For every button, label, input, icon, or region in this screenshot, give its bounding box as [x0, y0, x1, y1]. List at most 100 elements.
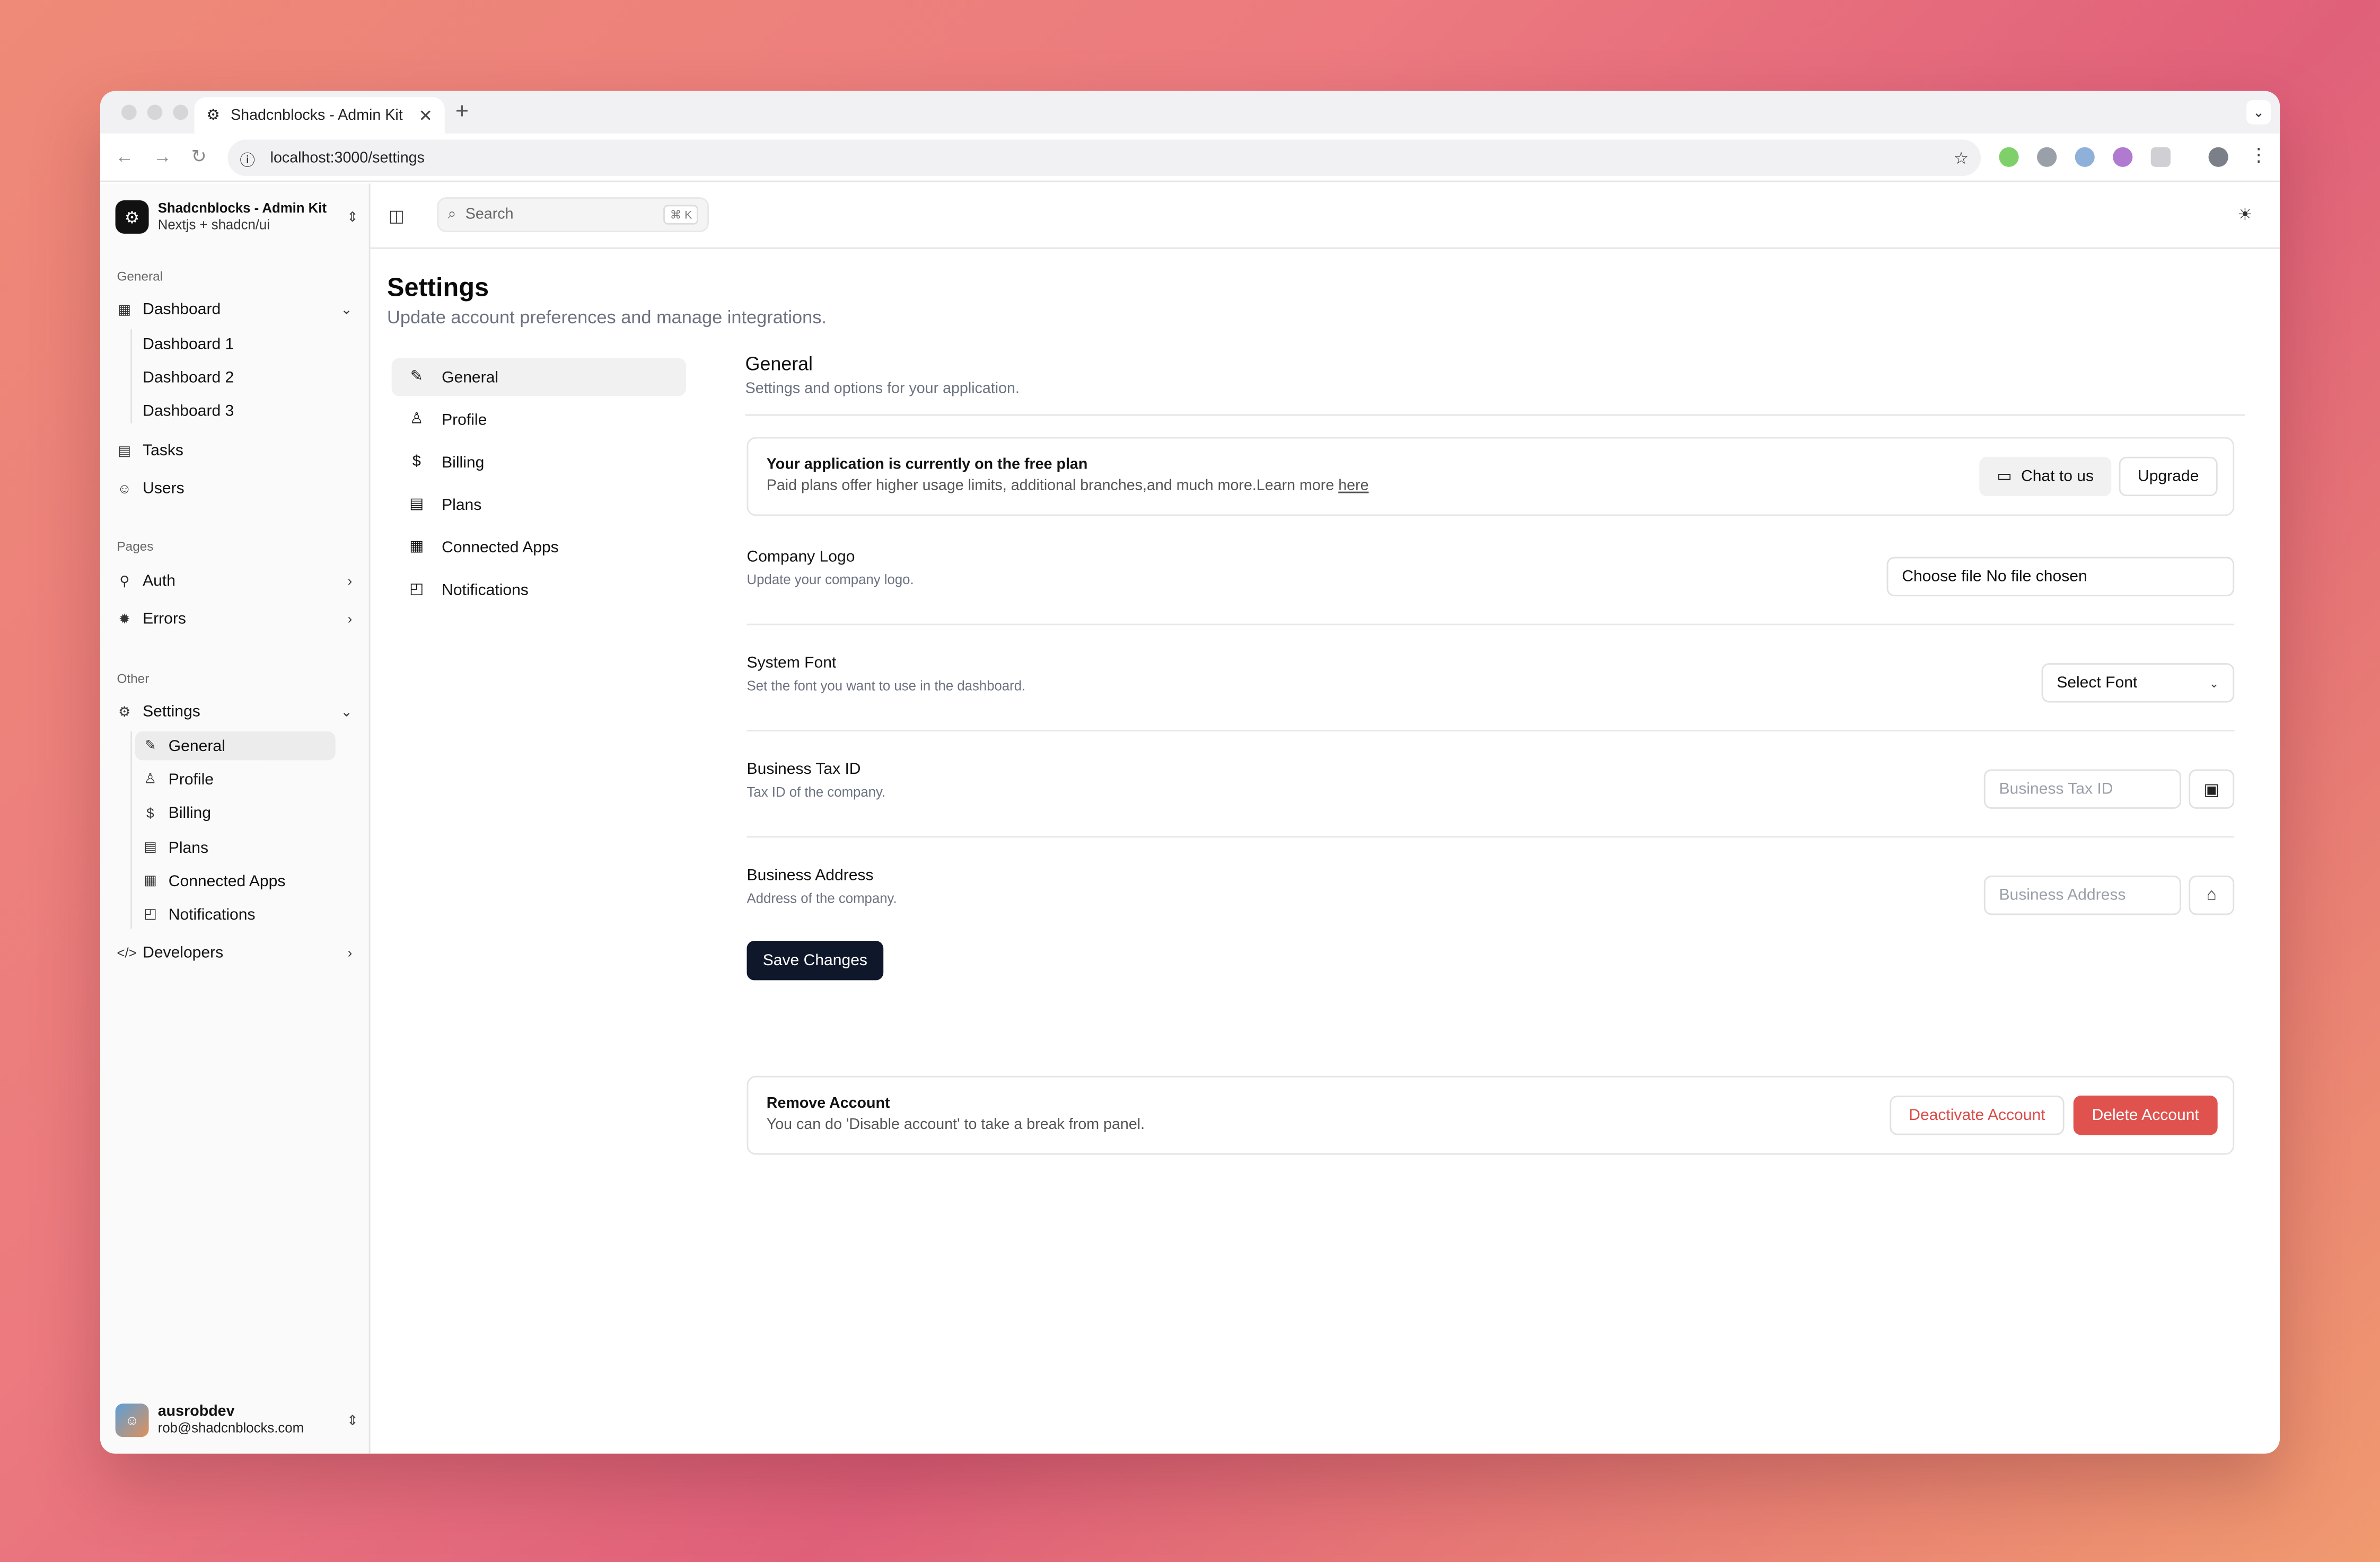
sidebar-item-settings-general[interactable]: ✎ General	[135, 731, 336, 761]
choose-file-button[interactable]: Choose file	[1902, 568, 1981, 586]
profile-avatar-icon[interactable]	[2208, 147, 2228, 167]
sidebar-item-developers[interactable]: </> Developers ›	[116, 938, 355, 968]
user-email: rob@shadcnblocks.com	[157, 1420, 304, 1436]
delete-account-button[interactable]: Delete Account	[2073, 1096, 2218, 1135]
team-subtitle: Nextjs + shadcn/ui	[157, 217, 270, 233]
browser-titlebar: ⚙ Shadcnblocks - Admin Kit ✕ + ⌄	[100, 91, 2280, 134]
forward-icon[interactable]: →	[153, 146, 171, 167]
browser-menu-icon[interactable]: ⋮	[2250, 144, 2268, 165]
settings-icon: ⚙	[118, 703, 131, 719]
settings-tab-billing[interactable]: $ Billing	[392, 443, 686, 481]
sidebar-item-settings-notifications[interactable]: ◰ Notifications	[135, 900, 336, 929]
top-bar: ◫ ⌕ Search ⌘ K ☀	[370, 183, 2280, 249]
remove-account-title: Remove Account	[766, 1096, 890, 1113]
upgrade-button[interactable]: Upgrade	[2119, 456, 2218, 497]
message-icon: ▭	[1997, 467, 2012, 486]
plan-card-title: Your application is currently on the fre…	[766, 456, 1088, 474]
back-icon[interactable]: ←	[116, 146, 134, 167]
divider	[747, 623, 2235, 625]
apps-icon: ▦	[144, 872, 157, 888]
tab-search-icon[interactable]: ⌄	[2246, 100, 2271, 125]
new-tab-button[interactable]: +	[455, 99, 469, 125]
sidebar-item-dashboard[interactable]: ▦ Dashboard ⌄	[116, 294, 355, 324]
font-select-value: Select Font	[2057, 674, 2138, 692]
sidebar-item-settings-connected-apps[interactable]: ▦ Connected Apps	[135, 867, 336, 895]
business-address-input[interactable]	[1983, 875, 2181, 915]
avatar: ☺	[115, 1404, 149, 1437]
sidebar-item-label: Auth	[143, 572, 175, 590]
minimize-window-button[interactable]	[147, 104, 163, 120]
company-logo-description: Update your company logo.	[747, 572, 914, 587]
address-bar[interactable]: ⓘ localhost:3000/settings ☆	[227, 139, 1981, 177]
close-window-button[interactable]	[121, 104, 137, 120]
sidebar-item-errors[interactable]: ✹ Errors ›	[116, 604, 355, 634]
site-info-icon[interactable]: ⓘ	[240, 146, 255, 169]
deactivate-account-button[interactable]: Deactivate Account	[1890, 1096, 2065, 1135]
divider	[747, 836, 2235, 838]
sidebar-toggle-icon[interactable]: ◫	[389, 206, 405, 226]
id-card-icon[interactable]: ▣	[2189, 769, 2235, 809]
business-address-label: Business Address	[747, 866, 874, 885]
sidebar-item-label: Tasks	[143, 442, 183, 460]
sidebar-item-tasks[interactable]: ▤ Tasks	[116, 436, 355, 466]
remove-account-description: You can do 'Disable account' to take a b…	[766, 1117, 1145, 1134]
save-changes-button[interactable]: Save Changes	[747, 940, 884, 981]
browser-tab[interactable]: ⚙ Shadcnblocks - Admin Kit ✕	[194, 97, 445, 134]
sidebar-item-label: Dashboard 2	[143, 368, 234, 386]
extension-green-icon[interactable]	[1999, 147, 2019, 167]
tab-close-icon[interactable]: ✕	[419, 105, 433, 125]
theme-toggle-sun-icon[interactable]: ☀	[2237, 205, 2252, 224]
learn-more-link[interactable]: here	[1338, 478, 1368, 495]
user-icon: ♙	[144, 771, 156, 786]
sidebar-item-settings[interactable]: ⚙ Settings ⌄	[116, 696, 355, 727]
company-logo-file-input[interactable]: Choose file No file chosen	[1886, 557, 2235, 597]
extension-blue-icon[interactable]	[2075, 147, 2095, 167]
extension-purple-icon[interactable]	[2113, 147, 2133, 167]
page-subtitle: Update account preferences and manage in…	[387, 306, 827, 328]
reload-icon[interactable]: ↻	[191, 146, 207, 167]
sidebar-item-dashboard-1[interactable]: Dashboard 1	[135, 329, 336, 358]
settings-tab-profile[interactable]: ♙ Profile	[392, 401, 686, 439]
checklist-icon: ▤	[409, 496, 424, 513]
team-switcher[interactable]: ⚙ Shadcnblocks - Admin Kit Nextjs + shad…	[115, 197, 358, 236]
extension-shield-icon[interactable]	[2037, 147, 2057, 167]
business-tax-id-input[interactable]	[1983, 769, 2181, 809]
plan-card-description: Paid plans offer higher usage limits, ad…	[767, 478, 1369, 495]
font-select[interactable]: Select Font ⌄	[2041, 663, 2235, 703]
sidebar-item-label: Dashboard 3	[143, 401, 234, 420]
sidebar-item-settings-billing[interactable]: $ Billing	[135, 798, 336, 827]
sidebar-item-users[interactable]: ☺ Users	[116, 473, 355, 504]
chevron-down-icon: ⌄	[340, 703, 353, 719]
sidebar-item-dashboard-3[interactable]: Dashboard 3	[135, 396, 336, 425]
bookmark-star-icon[interactable]: ☆	[1954, 148, 1969, 167]
settings-tab-notifications[interactable]: ◰ Notifications	[392, 570, 686, 608]
sidebar-item-label: Notifications	[168, 905, 256, 924]
settings-tab-label: Connected Apps	[442, 537, 559, 557]
extensions-puzzle-icon[interactable]	[2150, 147, 2171, 167]
sidebar-item-dashboard-2[interactable]: Dashboard 2	[135, 363, 336, 391]
sidebar-item-label: Dashboard	[143, 300, 221, 319]
sidebar-item-settings-plans[interactable]: ▤ Plans	[135, 833, 336, 862]
clipboard-icon: ▤	[118, 442, 131, 458]
maximize-window-button[interactable]	[173, 104, 188, 120]
dollar-circle-icon: $	[146, 805, 154, 820]
search-input[interactable]: ⌕ Search ⌘ K	[437, 197, 709, 233]
users-icon: ☺	[117, 481, 131, 497]
group-label-pages: Pages	[117, 539, 154, 554]
settings-tab-plans[interactable]: ▤ Plans	[392, 486, 686, 524]
sidebar-item-settings-profile[interactable]: ♙ Profile	[135, 765, 336, 793]
code-icon: </>	[117, 945, 137, 961]
section-subtitle: Settings and options for your applicatio…	[745, 381, 1020, 398]
sidebar-item-label: Plans	[168, 838, 208, 857]
home-icon[interactable]: ⌂	[2189, 875, 2235, 915]
notification-icon: ◰	[144, 906, 157, 921]
group-label-other: Other	[117, 670, 150, 686]
apps-icon: ▦	[409, 539, 424, 555]
chat-to-us-button[interactable]: ▭ Chat to us	[1979, 456, 2112, 497]
settings-tab-connected-apps[interactable]: ▦ Connected Apps	[392, 528, 686, 566]
user-menu[interactable]: ☺ ausrobdev rob@shadcnblocks.com ⇕	[115, 1400, 358, 1440]
user-check-icon: ⚲	[119, 572, 130, 588]
sidebar-item-auth[interactable]: ⚲ Auth ›	[116, 566, 355, 596]
shortcut-badge: ⌘ K	[664, 205, 698, 225]
settings-tab-general[interactable]: ✎ General	[391, 358, 687, 396]
